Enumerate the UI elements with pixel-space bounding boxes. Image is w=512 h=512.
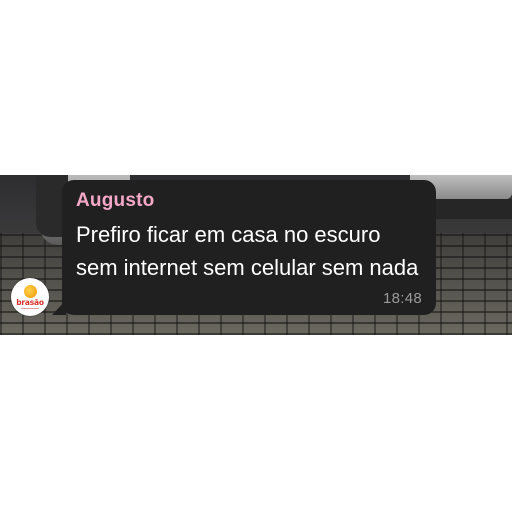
message-timestamp: 18:48 bbox=[382, 290, 422, 307]
message-bubble[interactable]: Augusto Prefiro ficar em casa no escuro … bbox=[62, 180, 436, 315]
screenshot-canvas: brasão Augusto Prefiro ficar em casa no … bbox=[0, 0, 512, 512]
brand-logo-avatar: brasão bbox=[11, 278, 49, 316]
sender-name: Augusto bbox=[76, 190, 155, 211]
message-text: Prefiro ficar em casa no escuro sem inte… bbox=[76, 222, 419, 280]
brand-logo-icon bbox=[23, 284, 37, 298]
brand-logo-underline bbox=[21, 307, 39, 310]
brand-logo-text: brasão bbox=[16, 297, 44, 307]
